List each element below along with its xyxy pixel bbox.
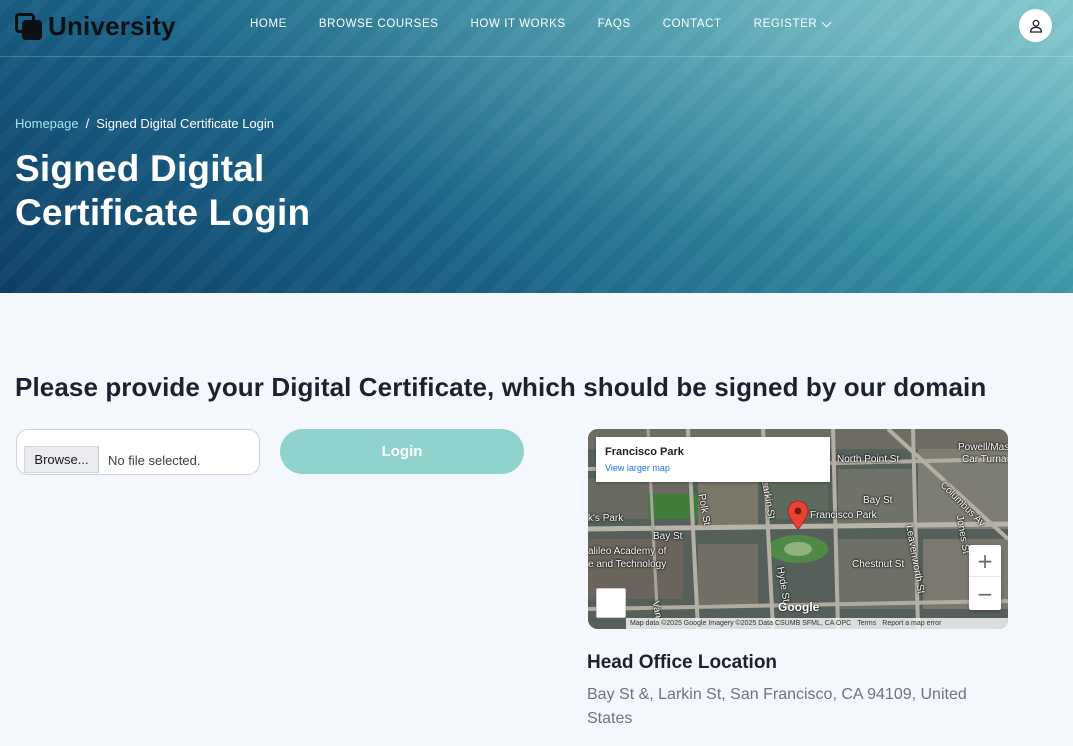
brand-logo[interactable]: University [15, 11, 176, 42]
zoom-out-button[interactable]: − [969, 578, 1001, 610]
chevron-down-icon [821, 17, 832, 27]
map-data-attribution: Map data ©2025 Google Imagery ©2025 Data… [630, 620, 852, 627]
map-pin-icon[interactable] [787, 500, 809, 530]
breadcrumb-separator: / [85, 116, 90, 131]
breadcrumb-home-link[interactable]: Homepage [15, 116, 79, 131]
navbar: University HOME BROWSE COURSES HOW IT WO… [0, 0, 1073, 57]
breadcrumb-current: Signed Digital Certificate Login [96, 116, 275, 131]
map-terms-link[interactable]: Terms [857, 620, 876, 627]
google-logo: Google [778, 600, 820, 614]
user-account-button[interactable] [1019, 9, 1052, 42]
map-attribution: Map data ©2025 Google Imagery ©2025 Data… [626, 618, 1008, 629]
view-larger-map-link[interactable]: View larger map [605, 463, 670, 473]
office-title: Head Office Location [587, 652, 778, 673]
breadcrumb: Homepage / Signed Digital Certificate Lo… [15, 116, 274, 131]
map-report-error-link[interactable]: Report a map error [882, 620, 941, 627]
map-label-north-point: North Point St [837, 454, 900, 465]
map-place-name: Francisco Park [605, 446, 684, 458]
logo-icon [15, 13, 42, 40]
map-zoom-controls: + − [969, 545, 1001, 610]
hero-banner: University HOME BROWSE COURSES HOW IT WO… [0, 0, 1073, 293]
embedded-map[interactable]: Francisco Park North Point St Powell/Mas… [588, 429, 1008, 629]
nav-how-it-works[interactable]: HOW IT WORKS [471, 18, 566, 30]
user-icon [1029, 19, 1042, 33]
office-address: Bay St &, Larkin St, San Francisco, CA 9… [587, 686, 967, 727]
certificate-file-input[interactable]: Browse... No file selected. [16, 429, 260, 475]
login-button[interactable]: Login [280, 429, 524, 474]
zoom-in-button[interactable]: + [969, 545, 1001, 577]
file-status: No file selected. [108, 453, 201, 468]
map-label-galileo: alileo Academy of [588, 546, 667, 557]
main-nav: HOME BROWSE COURSES HOW IT WORKS FAQS CO… [250, 17, 862, 30]
certificate-prompt: Please provide your Digital Certificate,… [15, 372, 987, 402]
map-label-chestnut: Chestnut St [852, 559, 905, 570]
street-view-pegman-icon[interactable] [596, 588, 626, 618]
map-place-card: Francisco Park View larger map [596, 437, 830, 482]
nav-register[interactable]: REGISTER [753, 17, 832, 30]
map-label-bay-st: Bay St [863, 495, 893, 506]
map-label-bay-st-2: Bay St [653, 531, 683, 542]
nav-register-label: REGISTER [753, 18, 818, 30]
nav-contact[interactable]: CONTACT [663, 18, 722, 30]
map-label-park: Francisco Park [810, 510, 877, 521]
nav-faqs[interactable]: FAQS [598, 18, 631, 30]
browse-button[interactable]: Browse... [24, 446, 99, 473]
map-label-car-turnaround: Car Turna [962, 454, 1007, 465]
nav-browse-courses[interactable]: BROWSE COURSES [319, 18, 439, 30]
map-label-powell: Powell/Mason [958, 442, 1008, 453]
nav-home[interactable]: HOME [250, 18, 287, 30]
map-label-galileo-2: e and Technology [588, 559, 667, 570]
page-title: Signed Digital Certificate Login [15, 148, 311, 233]
brand-name: University [48, 11, 176, 41]
map-label-ks-park: k's Park [588, 513, 624, 524]
